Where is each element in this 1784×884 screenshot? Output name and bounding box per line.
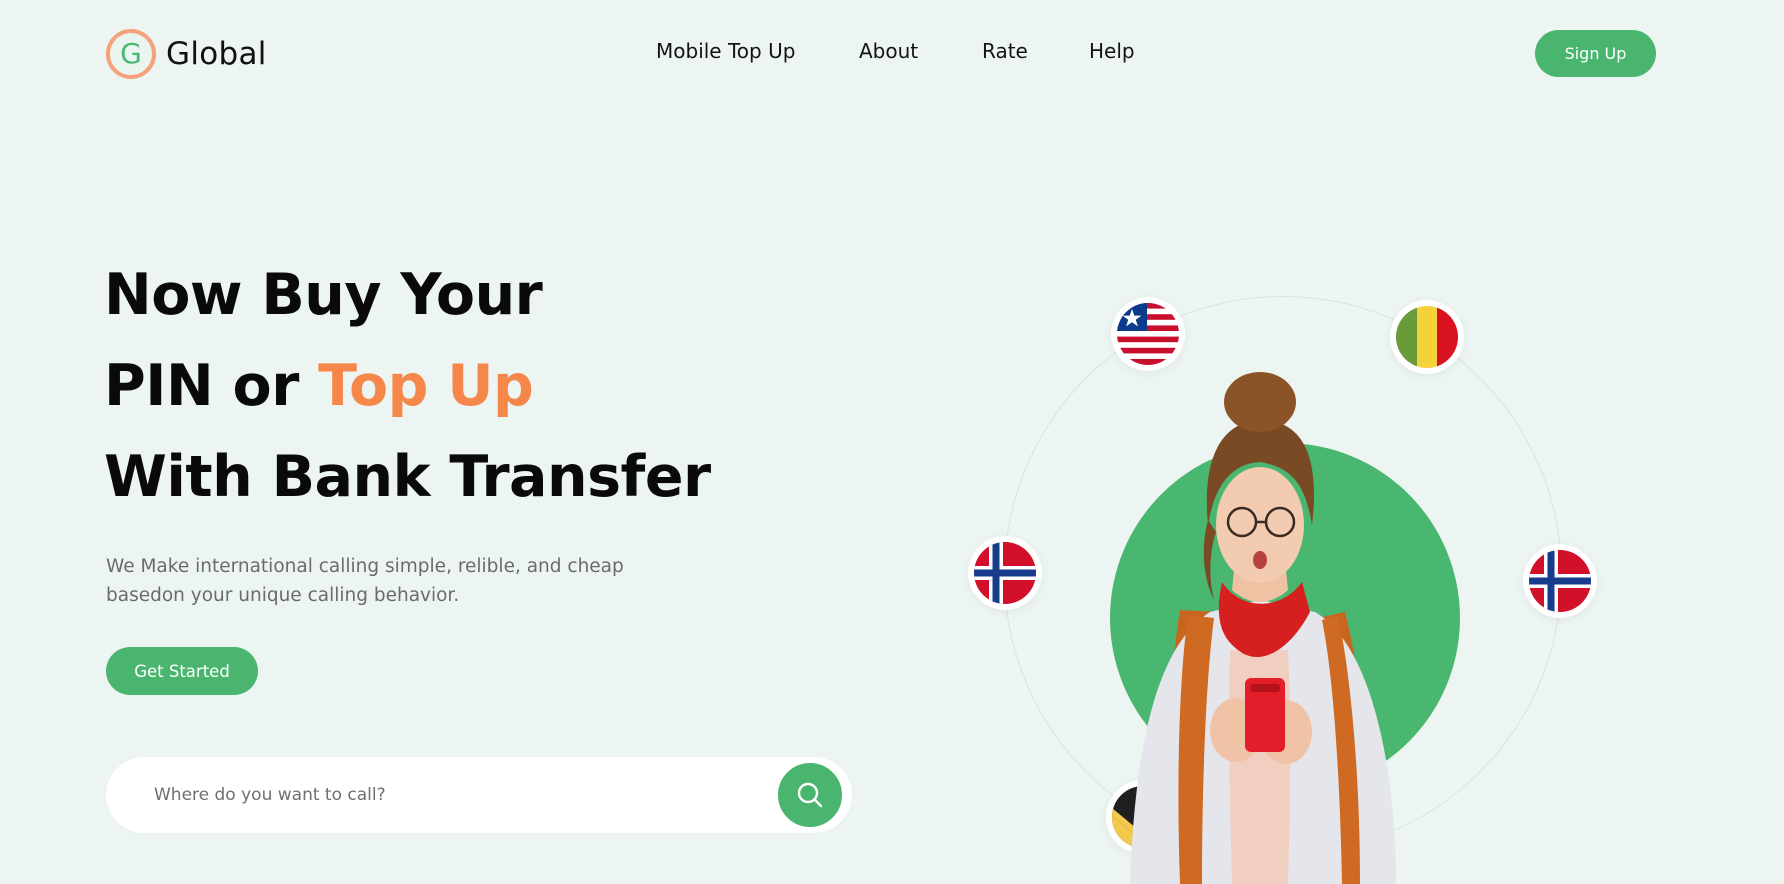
sign-up-button[interactable]: Sign Up (1535, 30, 1656, 77)
person-with-phone-image (1130, 372, 1396, 884)
subtext-line-2: basedon your unique calling behavior. (106, 585, 460, 606)
hero-illustration (940, 280, 1640, 884)
get-started-button[interactable]: Get Started (106, 647, 258, 695)
nav-mobile-top-up[interactable]: Mobile Top Up (656, 39, 795, 63)
headline-line-3: With Bank Transfer (104, 444, 711, 510)
hero-subtext: We Make international calling simple, re… (106, 552, 666, 610)
nav-rate[interactable]: Rate (982, 39, 1028, 63)
headline-line-1: Now Buy Your (104, 262, 543, 328)
headline-line-2: PIN or Top Up (104, 341, 711, 432)
subtext-line-1: We Make international calling simple, re… (106, 556, 624, 577)
norway-flag-icon[interactable] (968, 536, 1042, 610)
nav-help[interactable]: Help (1089, 39, 1135, 63)
nav-about[interactable]: About (859, 39, 918, 63)
search-button[interactable] (775, 760, 845, 830)
search-icon (797, 782, 823, 808)
hero-headline: Now Buy Your PIN or Top Up With Bank Tra… (104, 250, 711, 523)
destination-search (106, 757, 852, 833)
norway-flag-icon[interactable] (1523, 544, 1597, 618)
main-nav: Mobile Top Up About Rate Help (0, 39, 1784, 69)
headline-accent: Top Up (318, 353, 534, 419)
headline-line-2-prefix: PIN or (104, 353, 319, 419)
destination-search-input[interactable] (154, 779, 714, 811)
